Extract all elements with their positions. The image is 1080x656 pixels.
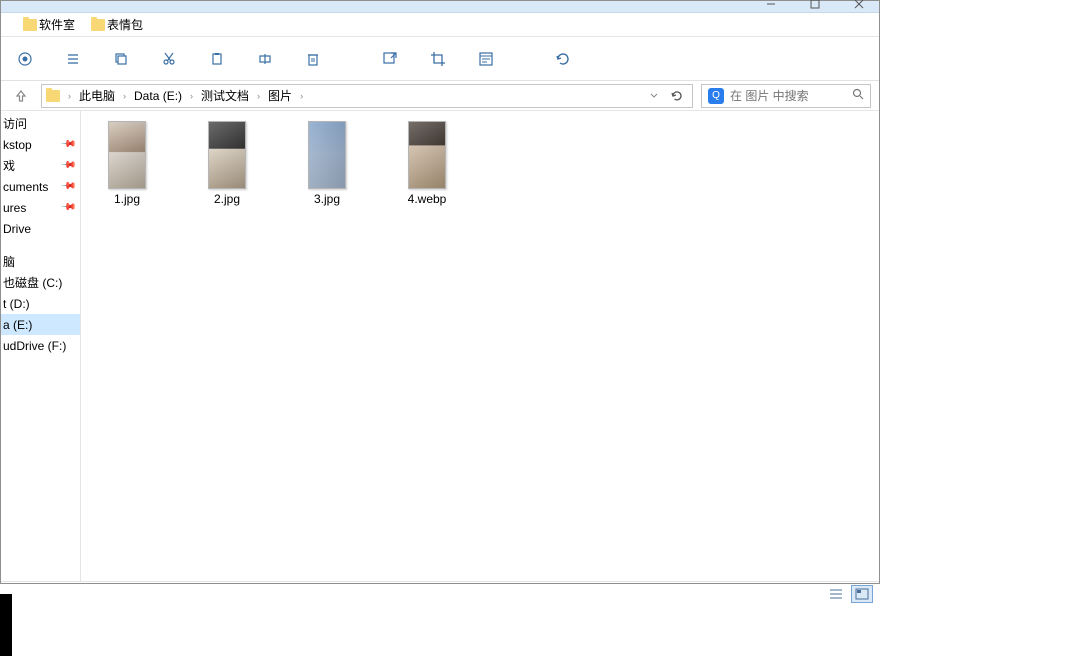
sidebar-item[interactable]: ures 📌 [1,197,80,218]
search-input[interactable] [730,89,846,103]
list-icon[interactable] [63,49,83,69]
delete-icon[interactable] [303,49,323,69]
sidebar-item[interactable]: udDrive (F:) [1,335,80,356]
status-bar [1,581,879,605]
sidebar-item-label: a (E:) [3,318,32,332]
toolbar-separator [351,48,352,70]
chevron-right-icon[interactable]: › [66,91,73,101]
bookmark-bar: 软件室 表情包 [1,13,879,37]
file-grid[interactable]: 1.jpg 2.jpg 3.jpg 4.webp [81,111,879,581]
sidebar-item[interactable]: Drive [1,218,80,239]
sidebar-item[interactable]: a (E:) [1,314,80,335]
sidebar-item-label: Drive [3,222,31,236]
bookmark-item[interactable]: 软件室 [23,16,75,33]
chevron-down-icon[interactable] [650,89,658,103]
sidebar-item-label: kstop [3,138,32,152]
chevron-right-icon[interactable]: › [298,91,305,101]
file-explorer-window: 软件室 表情包 [0,0,880,584]
file-item[interactable]: 4.webp [391,121,463,206]
pin-icon: 📌 [59,199,76,216]
properties-icon[interactable] [476,49,496,69]
search-app-icon: Q [708,88,724,104]
sidebar-item[interactable]: 也磁盘 (C:) [1,272,80,293]
cut-icon[interactable] [159,49,179,69]
chevron-right-icon[interactable]: › [188,91,195,101]
sidebar-item-label: t (D:) [3,297,30,311]
toolbar [1,37,879,81]
bookmark-item[interactable]: 表情包 [91,16,143,33]
sidebar-item-label: ures [3,201,26,215]
pin-icon: 📌 [59,157,76,174]
address-row: › 此电脑 › Data (E:) › 测试文档 › 图片 › Q [1,81,879,111]
file-name: 4.webp [408,192,447,206]
sidebar-item-label: cuments [3,180,48,194]
sidebar-item[interactable]: t (D:) [1,293,80,314]
sidebar-item[interactable]: kstop 📌 [1,134,80,155]
sidebar-item-label: 也磁盘 (C:) [3,274,62,291]
search-icon[interactable] [852,88,864,103]
close-button[interactable] [843,0,875,9]
folder-icon [91,19,105,31]
file-name: 1.jpg [114,192,140,206]
folder-icon [46,90,60,102]
file-item[interactable]: 2.jpg [191,121,263,206]
title-bar[interactable] [1,1,879,13]
sidebar-item[interactable]: 脑 [1,251,80,272]
chevron-right-icon[interactable]: › [255,91,262,101]
breadcrumb-item[interactable]: 此电脑 [75,87,119,104]
file-item[interactable]: 1.jpg [91,121,163,206]
file-thumbnail [208,121,246,189]
rename-icon[interactable] [255,49,275,69]
folder-icon [23,19,37,31]
address-refresh-button[interactable] [666,85,688,107]
pin-icon: 📌 [59,136,76,153]
maximize-button[interactable] [799,0,831,9]
pin-icon: 📌 [59,178,76,195]
sidebar-item[interactable]: 戏📌 [1,155,80,176]
refresh-icon[interactable] [553,49,573,69]
breadcrumb-item[interactable]: Data (E:) [130,89,186,103]
chevron-right-icon[interactable]: › [121,91,128,101]
bookmark-label: 表情包 [107,16,143,33]
view-details-button[interactable] [825,585,847,603]
sidebar-item-label: udDrive (F:) [3,339,66,353]
breadcrumb-item[interactable]: 图片 [264,87,296,104]
view-thumbnails-button[interactable] [851,585,873,603]
new-window-icon[interactable] [380,49,400,69]
copy-icon[interactable] [111,49,131,69]
file-thumbnail [408,121,446,189]
file-item[interactable]: 3.jpg [291,121,363,206]
sidebar-item-label: 脑 [3,253,15,270]
file-name: 3.jpg [314,192,340,206]
sidebar-item-label: 戏 [3,157,15,174]
paste-icon[interactable] [207,49,227,69]
minimize-button[interactable] [755,0,787,9]
address-bar[interactable]: › 此电脑 › Data (E:) › 测试文档 › 图片 › [41,84,693,108]
search-box[interactable]: Q [701,84,871,108]
toolbar-separator [524,48,525,70]
bookmark-label: 软件室 [39,16,75,33]
sidebar-section-quick: 访问 kstop📌 戏📌 cuments📌 ures📌 Drive [1,111,80,241]
file-name: 2.jpg [214,192,240,206]
sidebar-section-drives: 脑 也磁盘 (C:) t (D:) a (E:) udDrive (F:) [1,249,80,358]
crop-icon[interactable] [428,49,448,69]
window-controls [755,0,875,9]
sidebar-item[interactable]: cuments 📌 [1,176,80,197]
up-button[interactable] [9,89,33,103]
file-thumbnail [308,121,346,189]
sidebar-item[interactable]: 访问 [1,113,80,134]
file-thumbnail [108,121,146,189]
address-right [650,85,688,107]
explorer-body: 访问 kstop📌 戏📌 cuments📌 ures📌 Drive 脑 也磁盘 … [1,111,879,581]
sidebar-item-label: 访问 [3,115,27,132]
sidebar[interactable]: 访问 kstop📌 戏📌 cuments📌 ures📌 Drive 脑 也磁盘 … [1,111,81,581]
record-icon[interactable] [15,49,35,69]
breadcrumb-item[interactable]: 测试文档 [197,87,253,104]
